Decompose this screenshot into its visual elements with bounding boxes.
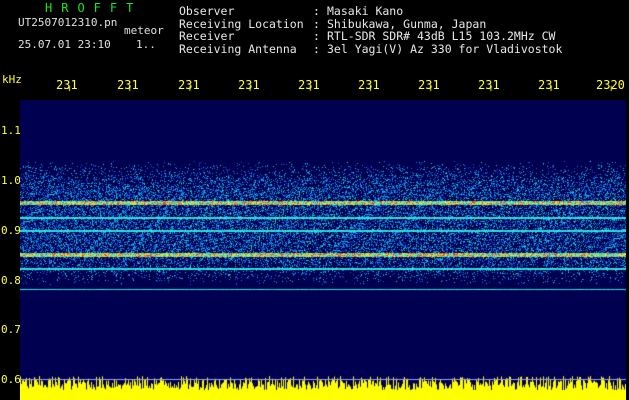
time-tick-label: 231	[56, 78, 78, 92]
date-time: 25.07.01 23:10 1..	[18, 38, 156, 51]
time-tick-label: 231	[178, 78, 200, 92]
time-tick-label: 2320	[596, 78, 625, 92]
extra-label: 1..	[135, 38, 156, 51]
file-name: UT2507012310.pn	[18, 16, 118, 29]
time-tick-label: 231	[298, 78, 320, 92]
time-tick-label: 231	[358, 78, 380, 92]
antenna-value: 3el Yagi(V) Az 330 for Vladivostok	[327, 41, 563, 56]
time-tick-label: 231	[418, 78, 440, 92]
time-tick-label: 231	[478, 78, 500, 92]
freq-tick-label: 1.0	[1, 174, 21, 187]
station-info: Observer: Masaki Kano Receiving Location:…	[179, 5, 562, 55]
freq-unit: kHz	[2, 73, 22, 86]
antenna-label: Receiving Antenna	[179, 41, 297, 56]
freq-tick-label: 0.6	[1, 373, 21, 386]
freq-tick-label: 1.1	[1, 124, 21, 137]
receiver-label: Receiver	[179, 29, 235, 44]
header-panel: HROFFT UT2507012310.pn meteor 25.07.01 2…	[0, 0, 629, 64]
freq-tick-label: 0.7	[1, 323, 21, 336]
observer-label: Observer	[179, 4, 235, 18]
time-tick-label: 231	[117, 78, 139, 92]
antenna-row: Receiving Antenna:3el Yagi(V) Az 330 for…	[179, 41, 563, 56]
freq-tick-label: 0.8	[1, 274, 21, 287]
freq-tick-label: 0.9	[1, 224, 21, 237]
date-time-value: 25.07.01 23:10	[18, 38, 111, 51]
time-tick-label: 231	[538, 78, 560, 92]
mode-label: meteor	[124, 24, 164, 37]
time-tick-label: 231	[238, 78, 260, 92]
spectrogram-plot	[20, 100, 626, 400]
brand-title: HROFFT	[45, 1, 143, 15]
